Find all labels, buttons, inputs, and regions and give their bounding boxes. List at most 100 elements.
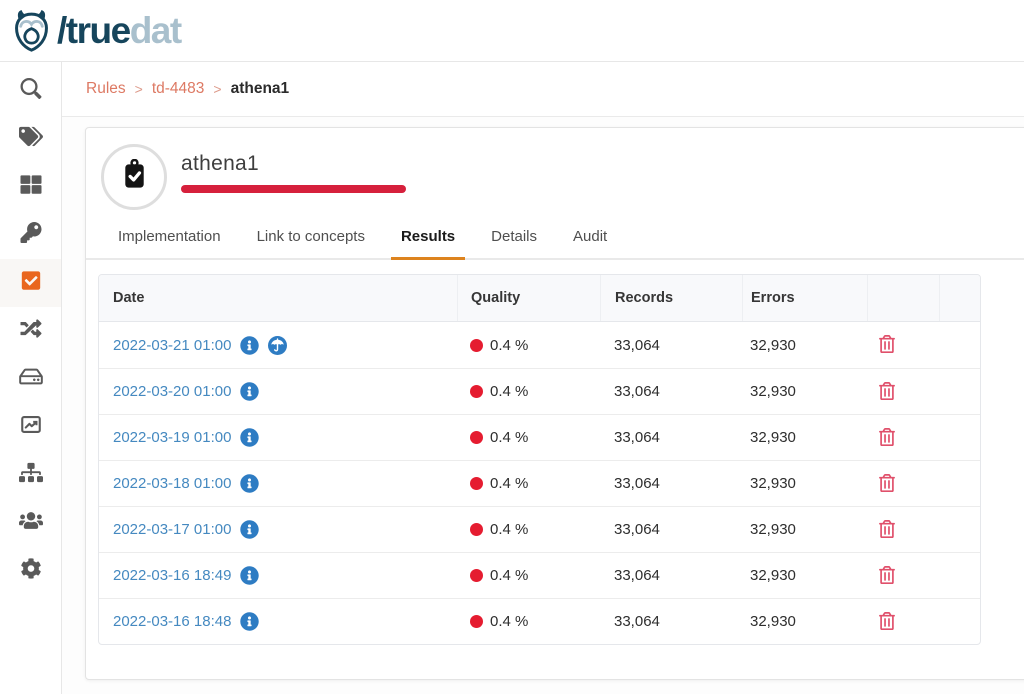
quality-status-dot (470, 339, 483, 352)
result-row: 2022-03-16 18:48 0.4 % 33,064 32,930 (99, 598, 980, 644)
tab-link-to-concepts[interactable]: Link to concepts (247, 228, 375, 258)
result-row: 2022-03-18 01:00 0.4 % 33,064 32,930 (99, 460, 980, 506)
records-value: 33,064 (600, 613, 742, 630)
gear-icon (19, 558, 43, 584)
delete-result-button[interactable] (877, 518, 897, 540)
tab-results[interactable]: Results (391, 228, 465, 258)
hard-drive-icon (19, 366, 43, 392)
result-date-link[interactable]: 2022-03-17 01:00 (113, 521, 231, 538)
result-date-link[interactable]: 2022-03-18 01:00 (113, 475, 231, 492)
info-icon[interactable] (240, 336, 259, 355)
quality-status-dot (470, 569, 483, 582)
quality-value: 0.4 % (490, 383, 528, 400)
result-date-link[interactable]: 2022-03-16 18:48 (113, 613, 231, 630)
quality-value: 0.4 % (490, 475, 528, 492)
result-row: 2022-03-19 01:00 0.4 % 33,064 32,930 (99, 414, 980, 460)
result-row: 2022-03-21 01:00 0.4 % 33,064 32,930 (99, 322, 980, 368)
tab-audit[interactable]: Audit (563, 228, 617, 258)
delete-result-button[interactable] (877, 564, 897, 586)
tab-implementation[interactable]: Implementation (108, 228, 231, 258)
delete-result-button[interactable] (877, 610, 897, 632)
records-value: 33,064 (600, 567, 742, 584)
result-date-link[interactable]: 2022-03-16 18:49 (113, 567, 231, 584)
column-header-quality: Quality (457, 275, 600, 321)
errors-value: 32,930 (742, 475, 867, 492)
result-row: 2022-03-17 01:00 0.4 % 33,064 32,930 (99, 506, 980, 552)
quality-status-dot (470, 477, 483, 490)
truedat-logo[interactable]: /truedat (8, 9, 181, 52)
quality-value: 0.4 % (490, 521, 528, 538)
delete-result-button[interactable] (877, 333, 897, 355)
quality-status-dot (470, 431, 483, 444)
main-content: Rules > td-4483 > athena1 athena1 (62, 62, 1024, 694)
sitemap-icon (19, 462, 43, 488)
check-square-icon (19, 270, 43, 296)
shuffle-icon (19, 318, 43, 344)
errors-value: 32,930 (742, 429, 867, 446)
sidebar-item-tags[interactable] (0, 115, 61, 163)
sidebar-item-user-groups[interactable] (0, 499, 61, 547)
sidebar-item-settings[interactable] (0, 547, 61, 595)
rule-avatar (101, 144, 167, 210)
users-icon (19, 510, 43, 536)
quality-status-dot (470, 615, 483, 628)
column-header-date: Date (99, 275, 457, 321)
sidebar (0, 62, 62, 694)
delete-result-button[interactable] (877, 380, 897, 402)
info-icon[interactable] (240, 428, 259, 447)
sidebar-item-connections[interactable] (0, 307, 61, 355)
quality-value: 0.4 % (490, 613, 528, 630)
rule-card: athena1 Implementation Link to concepts … (85, 127, 1024, 680)
errors-value: 32,930 (742, 567, 867, 584)
info-icon[interactable] (240, 566, 259, 585)
column-header-records: Records (600, 275, 742, 321)
quality-progress-bar (181, 185, 406, 193)
info-icon[interactable] (240, 474, 259, 493)
result-date-link[interactable]: 2022-03-19 01:00 (113, 429, 231, 446)
tab-details[interactable]: Details (481, 228, 547, 258)
info-icon[interactable] (240, 612, 259, 631)
sidebar-item-systems[interactable] (0, 355, 61, 403)
sidebar-item-modules[interactable] (0, 163, 61, 211)
breadcrumb: Rules > td-4483 > athena1 (62, 62, 1024, 117)
top-header: /truedat (0, 0, 1024, 62)
sidebar-item-search[interactable] (0, 67, 61, 115)
sidebar-item-permissions[interactable] (0, 211, 61, 259)
records-value: 33,064 (600, 383, 742, 400)
info-icon[interactable] (240, 382, 259, 401)
owl-logo-icon (8, 9, 57, 52)
result-row: 2022-03-16 18:49 0.4 % 33,064 32,930 (99, 552, 980, 598)
records-value: 33,064 (600, 429, 742, 446)
breadcrumb-current: athena1 (231, 80, 290, 98)
errors-value: 32,930 (742, 383, 867, 400)
umbrella-icon[interactable] (268, 336, 287, 355)
result-row: 2022-03-20 01:00 0.4 % 33,064 32,930 (99, 368, 980, 414)
sidebar-item-quality-rules[interactable] (0, 259, 61, 307)
tags-icon (19, 126, 43, 152)
quality-value: 0.4 % (490, 337, 528, 354)
info-icon[interactable] (240, 520, 259, 539)
breadcrumb-rule-link[interactable]: td-4483 (152, 80, 205, 98)
records-value: 33,064 (600, 521, 742, 538)
records-value: 33,064 (600, 337, 742, 354)
delete-result-button[interactable] (877, 472, 897, 494)
breadcrumb-separator: > (135, 81, 143, 97)
errors-value: 32,930 (742, 521, 867, 538)
rule-card-header: athena1 (86, 128, 1024, 210)
quality-status-dot (470, 523, 483, 536)
sidebar-item-analytics[interactable] (0, 403, 61, 451)
clipboard-check-icon (119, 159, 150, 195)
delete-result-button[interactable] (877, 426, 897, 448)
breadcrumb-rules-link[interactable]: Rules (86, 80, 126, 98)
quality-value: 0.4 % (490, 567, 528, 584)
result-date-link[interactable]: 2022-03-21 01:00 (113, 337, 231, 354)
errors-value: 32,930 (742, 613, 867, 630)
column-header-actions (867, 275, 939, 321)
quality-status-dot (470, 385, 483, 398)
sidebar-item-structures[interactable] (0, 451, 61, 499)
result-date-link[interactable]: 2022-03-20 01:00 (113, 383, 231, 400)
search-icon (19, 78, 43, 104)
errors-value: 32,930 (742, 337, 867, 354)
grid-icon (19, 174, 43, 200)
breadcrumb-separator: > (213, 81, 221, 97)
